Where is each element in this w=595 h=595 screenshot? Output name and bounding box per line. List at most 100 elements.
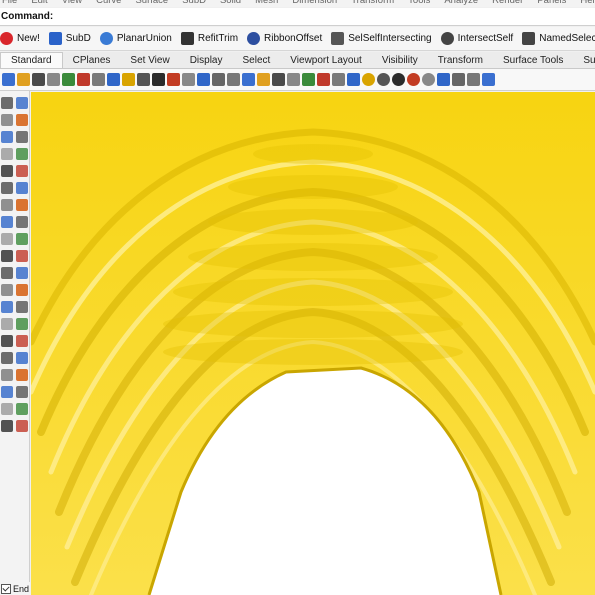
arc-icon[interactable] <box>16 131 28 143</box>
loft-icon[interactable] <box>16 199 28 211</box>
light-icon[interactable] <box>317 73 330 86</box>
sphere-icon[interactable] <box>16 233 28 245</box>
analyze-icon[interactable] <box>287 73 300 86</box>
undo-icon[interactable] <box>122 73 135 86</box>
text-icon[interactable] <box>1 284 13 296</box>
curve-icon[interactable] <box>272 73 285 86</box>
join-icon[interactable] <box>1 318 13 330</box>
menu-item-solid[interactable]: Solid <box>220 0 241 7</box>
patch-icon[interactable] <box>16 216 28 228</box>
ghosted-sphere-icon[interactable] <box>392 73 405 86</box>
layer-icon[interactable] <box>332 73 345 86</box>
command-line[interactable]: Command: <box>0 8 595 26</box>
select-arrow-icon[interactable] <box>1 97 13 109</box>
polygon-icon[interactable] <box>16 165 28 177</box>
copy-icon[interactable] <box>92 73 105 86</box>
trim-icon[interactable] <box>1 301 13 313</box>
xray-sphere-icon[interactable] <box>407 73 420 86</box>
extrude-icon[interactable] <box>1 199 13 211</box>
menu-item-panels[interactable]: Panels <box>537 0 566 7</box>
point-icon[interactable] <box>16 97 28 109</box>
new-file-icon[interactable] <box>2 73 15 86</box>
osnap-end-checkbox[interactable] <box>1 583 11 594</box>
dimension-icon[interactable] <box>16 284 28 296</box>
cut-icon[interactable] <box>77 73 90 86</box>
fillet-icon[interactable] <box>16 182 28 194</box>
save-icon[interactable] <box>32 73 45 86</box>
rectangle-icon[interactable] <box>1 148 13 160</box>
menu-item-mesh[interactable]: Mesh <box>255 0 278 7</box>
box-icon[interactable] <box>1 233 13 245</box>
arrow-more-icon[interactable] <box>482 73 495 86</box>
curve-icon[interactable] <box>1 131 13 143</box>
menu-item-curve[interactable]: Curve <box>96 0 121 7</box>
freeform-icon[interactable] <box>1 182 13 194</box>
menu-item-file[interactable]: File <box>2 0 17 7</box>
pin-icon[interactable] <box>437 73 450 86</box>
cone-icon[interactable] <box>16 250 28 262</box>
4-view-icon[interactable] <box>227 73 240 86</box>
menu-item-surface[interactable]: Surface <box>135 0 168 7</box>
rotate-icon[interactable] <box>1 352 13 364</box>
boolean-icon[interactable] <box>1 267 13 279</box>
check-icon[interactable] <box>16 386 28 398</box>
command-subd-button[interactable]: SubD <box>48 32 91 45</box>
paint-icon[interactable] <box>16 420 28 432</box>
polyline-icon[interactable] <box>16 114 28 126</box>
import-icon[interactable] <box>62 73 75 86</box>
surface-icon[interactable] <box>1 216 13 228</box>
render-icon[interactable] <box>1 403 13 415</box>
grid-icon[interactable] <box>242 73 255 86</box>
tab-display[interactable]: Display <box>180 53 233 68</box>
menu-item-render[interactable]: Render <box>492 0 523 7</box>
rotate-view-icon[interactable] <box>152 73 165 86</box>
tab-select[interactable]: Select <box>233 53 281 68</box>
light-icon[interactable] <box>16 403 28 415</box>
zoom-window-icon[interactable] <box>182 73 195 86</box>
shaded-sphere-icon[interactable] <box>377 73 390 86</box>
cylinder-icon[interactable] <box>1 250 13 262</box>
zoom-extents-icon[interactable] <box>197 73 210 86</box>
split-icon[interactable] <box>16 301 28 313</box>
copy-icon[interactable] <box>16 335 28 347</box>
menu-item-view[interactable]: View <box>62 0 82 7</box>
tab-viewport-layout[interactable]: Viewport Layout <box>280 53 372 68</box>
explode-icon[interactable] <box>16 318 28 330</box>
paste-icon[interactable] <box>107 73 120 86</box>
move-icon[interactable] <box>1 335 13 347</box>
tab-standard[interactable]: Standard <box>0 52 63 68</box>
tab-set-view[interactable]: Set View <box>120 53 179 68</box>
tab-subd-tools[interactable]: SubD Tools <box>573 53 595 68</box>
grid-snap-icon[interactable] <box>467 73 480 86</box>
command-new--button[interactable]: New! <box>0 32 40 45</box>
command-ribbonoffset-button[interactable]: RibbonOffset <box>247 32 322 45</box>
menu-item-transform[interactable]: Transform <box>351 0 394 7</box>
open-icon[interactable] <box>17 73 30 86</box>
command-refittrim-button[interactable]: RefitTrim <box>180 32 238 45</box>
menu-item-tools[interactable]: Tools <box>408 0 430 7</box>
menu-item-edit[interactable]: Edit <box>31 0 47 7</box>
perspective-viewport[interactable] <box>31 92 595 595</box>
camera-icon[interactable] <box>1 420 13 432</box>
command-selselfintersecting-button[interactable]: SelSelfIntersecting <box>331 32 432 45</box>
command-planarunion-button[interactable]: PlanarUnion <box>99 32 172 45</box>
line-icon[interactable] <box>1 114 13 126</box>
menu-item-analyze[interactable]: Analyze <box>444 0 478 7</box>
scale-icon[interactable] <box>16 352 28 364</box>
points-on-icon[interactable] <box>257 73 270 86</box>
array-icon[interactable] <box>1 369 13 381</box>
menu-item-dimension[interactable]: Dimension <box>292 0 337 7</box>
menu-item-subd[interactable]: SubD <box>182 0 206 7</box>
snap-icon[interactable] <box>452 73 465 86</box>
tab-transform[interactable]: Transform <box>428 53 493 68</box>
material-icon[interactable] <box>347 73 360 86</box>
wireframe-sphere-icon[interactable] <box>422 73 435 86</box>
circle-icon[interactable] <box>16 148 28 160</box>
render-sphere-icon[interactable] <box>362 73 375 86</box>
tab-surface-tools[interactable]: Surface Tools <box>493 53 573 68</box>
command-namedselections-button[interactable]: NamedSelections <box>522 32 595 45</box>
pan-icon[interactable] <box>137 73 150 86</box>
osnap-end[interactable]: End <box>0 582 30 595</box>
zoom-icon[interactable] <box>167 73 180 86</box>
menu-item-help[interactable]: Help <box>580 0 595 7</box>
